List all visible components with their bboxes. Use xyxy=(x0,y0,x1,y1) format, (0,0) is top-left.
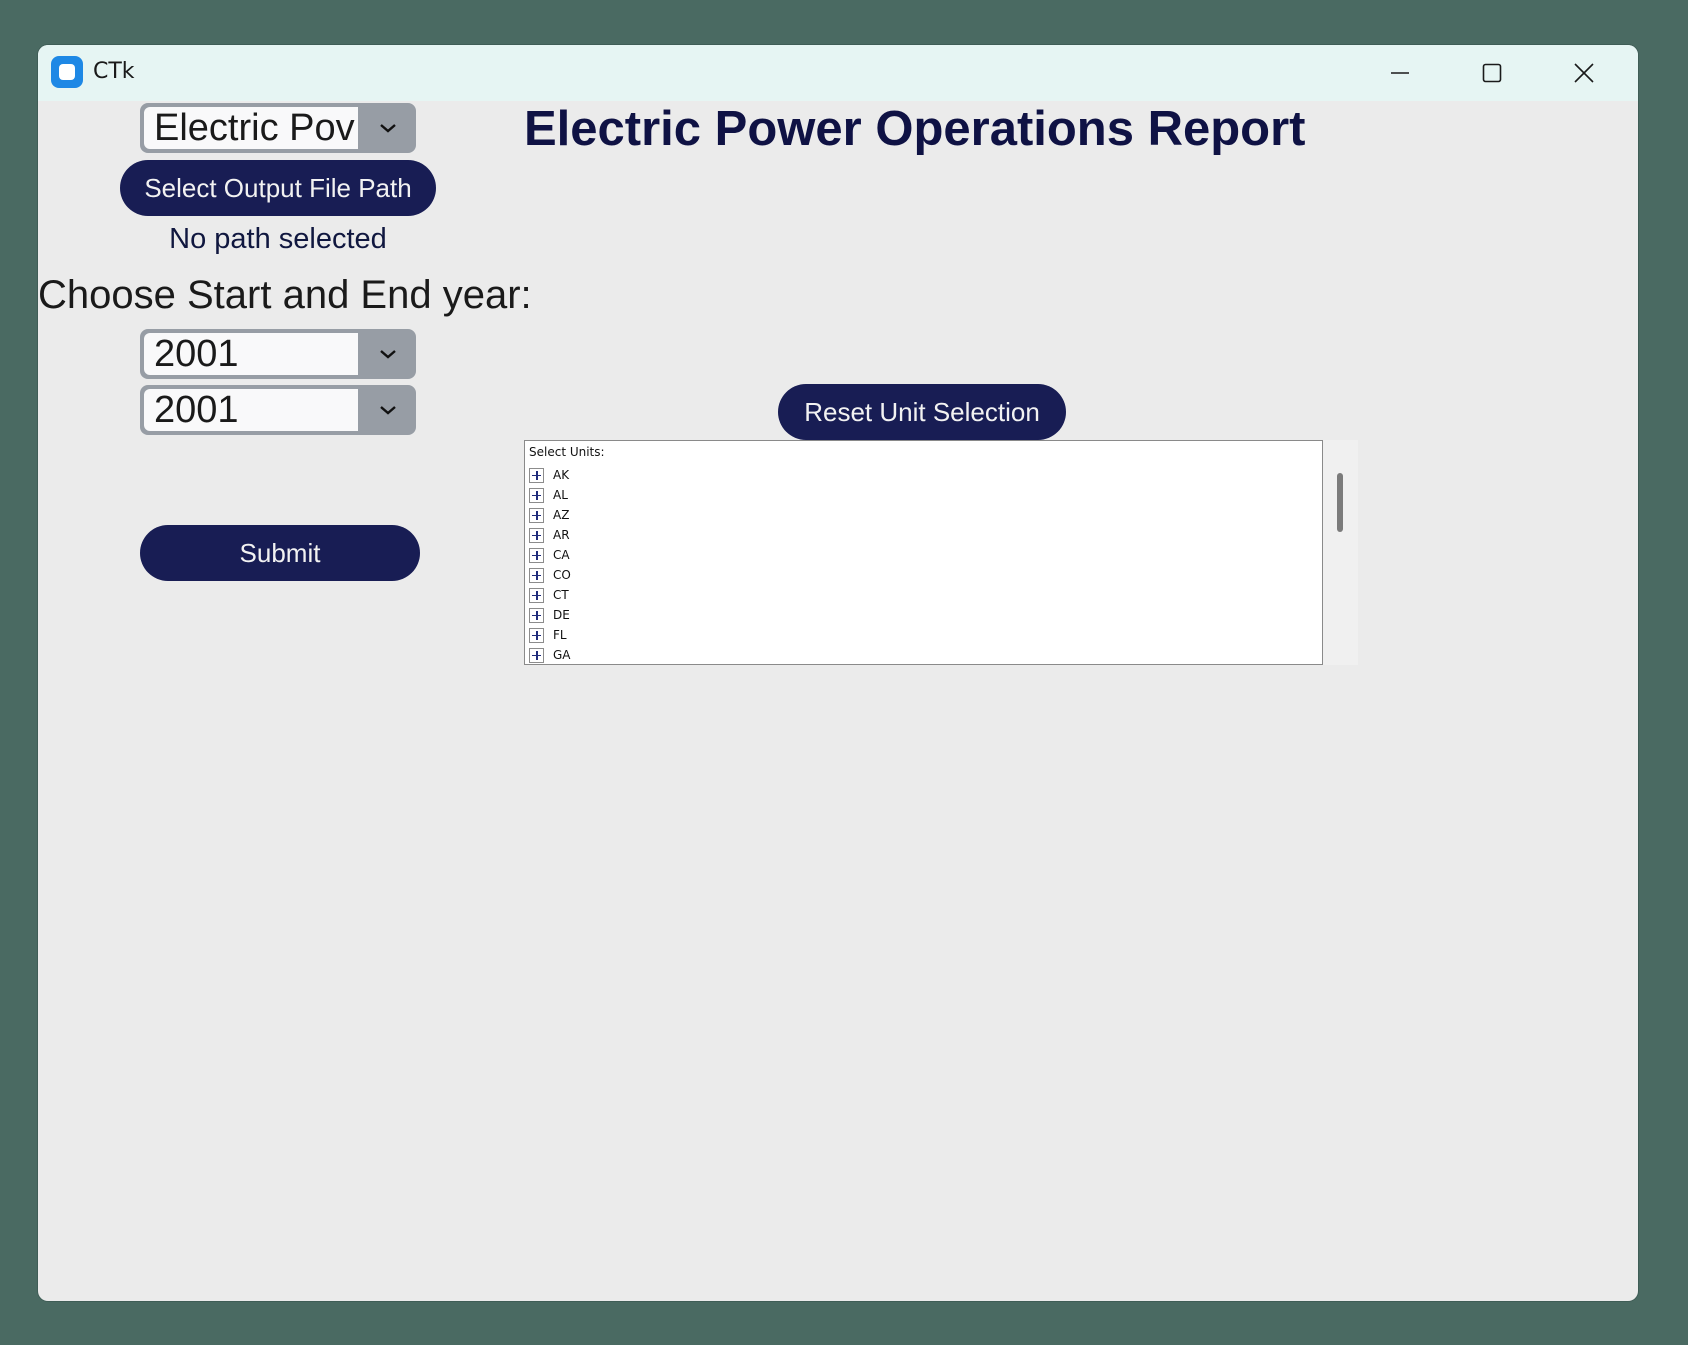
expand-icon[interactable] xyxy=(529,607,544,623)
chevron-down-icon xyxy=(380,350,396,359)
tree-item[interactable]: GA xyxy=(529,645,571,664)
end-year-dropdown-toggle[interactable] xyxy=(360,385,416,435)
report-type-dropdown-toggle[interactable] xyxy=(360,103,416,153)
tree-item[interactable]: CO xyxy=(529,565,571,585)
submit-button[interactable]: Submit xyxy=(140,525,420,581)
tree-item-label[interactable]: AK xyxy=(553,468,569,482)
start-year-dropdown-toggle[interactable] xyxy=(360,329,416,379)
app-icon xyxy=(51,56,83,88)
year-range-label: Choose Start and End year: xyxy=(38,273,532,317)
window-title: CTk xyxy=(93,59,135,84)
tree-item[interactable]: CT xyxy=(529,585,571,605)
tree-item[interactable]: DE xyxy=(529,605,571,625)
tree-item-label[interactable]: CO xyxy=(553,568,571,582)
expand-icon[interactable] xyxy=(529,527,544,543)
tree-item-label[interactable]: GA xyxy=(553,648,571,662)
minimize-icon xyxy=(1391,72,1409,74)
select-output-path-button[interactable]: Select Output File Path xyxy=(120,160,436,216)
app-window: CTk Electric Pov Select Output File Path… xyxy=(38,45,1638,1301)
tree-item-label[interactable]: AZ xyxy=(553,508,569,522)
units-scrollbar-thumb[interactable] xyxy=(1337,473,1343,532)
tree-item[interactable]: AZ xyxy=(529,505,571,525)
expand-icon[interactable] xyxy=(529,627,544,643)
tree-item-label[interactable]: CA xyxy=(553,548,570,562)
tree-item[interactable]: AK xyxy=(529,465,571,485)
report-type-dropdown[interactable]: Electric Pov xyxy=(140,103,416,153)
tree-item-label[interactable]: FL xyxy=(553,628,567,642)
path-status-label: No path selected xyxy=(169,223,387,255)
tree-item[interactable]: CA xyxy=(529,545,571,565)
tree-item[interactable]: FL xyxy=(529,625,571,645)
maximize-icon xyxy=(1482,63,1502,83)
units-tree[interactable]: Select Units: AK AL AZ AR CA CO CT DE FL GA xyxy=(524,440,1323,665)
tree-item-label[interactable]: AR xyxy=(553,528,570,542)
tree-item-label[interactable]: DE xyxy=(553,608,570,622)
start-year-value[interactable]: 2001 xyxy=(144,333,358,375)
expand-icon[interactable] xyxy=(529,567,544,583)
tree-item-label[interactable]: AL xyxy=(553,488,568,502)
chevron-down-icon xyxy=(380,406,396,415)
units-tree-title: Select Units: xyxy=(529,445,605,459)
tree-item-label[interactable]: CT xyxy=(553,588,569,602)
chevron-down-icon xyxy=(380,124,396,133)
reset-unit-selection-button[interactable]: Reset Unit Selection xyxy=(778,384,1066,440)
expand-icon[interactable] xyxy=(529,647,544,663)
expand-icon[interactable] xyxy=(529,507,544,523)
tree-item[interactable]: AL xyxy=(529,485,571,505)
page-title: Electric Power Operations Report xyxy=(524,102,1306,156)
close-icon xyxy=(1574,63,1594,83)
title-bar[interactable]: CTk xyxy=(38,45,1638,101)
maximize-button[interactable] xyxy=(1446,45,1538,101)
expand-icon[interactable] xyxy=(529,547,544,563)
close-button[interactable] xyxy=(1538,45,1630,101)
end-year-dropdown[interactable]: 2001 xyxy=(140,385,416,435)
minimize-button[interactable] xyxy=(1354,45,1446,101)
tree-item[interactable]: AR xyxy=(529,525,571,545)
expand-icon[interactable] xyxy=(529,467,544,483)
units-tree-list: AK AL AZ AR CA CO CT DE FL GA xyxy=(529,465,571,664)
report-type-value[interactable]: Electric Pov xyxy=(144,107,358,149)
expand-icon[interactable] xyxy=(529,487,544,503)
start-year-dropdown[interactable]: 2001 xyxy=(140,329,416,379)
expand-icon[interactable] xyxy=(529,587,544,603)
end-year-value[interactable]: 2001 xyxy=(144,389,358,431)
